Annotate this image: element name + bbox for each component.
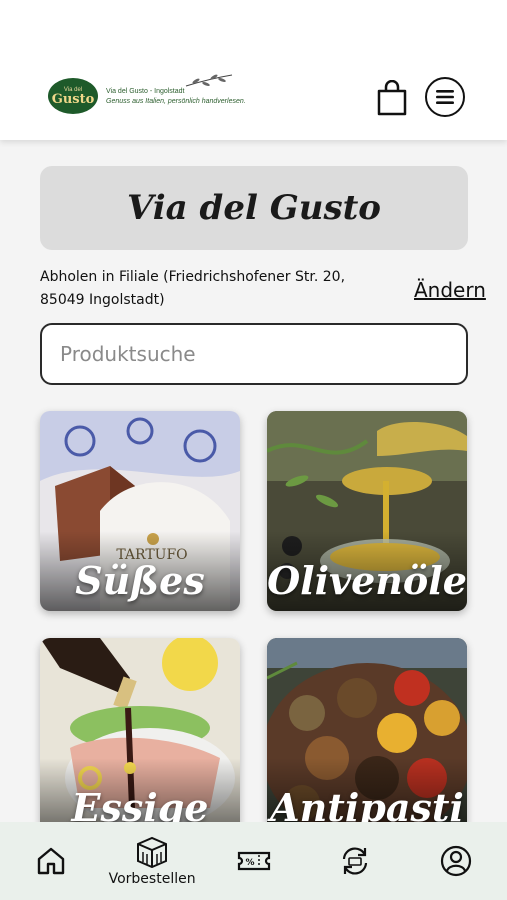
category-label-olivenoele: Olivenöle	[267, 558, 467, 603]
store-banner: Via del Gusto	[40, 166, 468, 250]
app-header: Via del Gusto Via del Gusto - Ingolstadt…	[0, 0, 507, 140]
pickup-location-text: Abholen in Filiale (Friedrichshofener St…	[40, 269, 346, 308]
product-search-input[interactable]	[40, 323, 468, 385]
home-icon	[37, 847, 64, 875]
user-icon	[441, 845, 472, 877]
category-tile-essige[interactable]: Essige	[40, 638, 240, 838]
category-tile-olivenoele[interactable]: Olivenöle	[267, 411, 467, 611]
refresh-icon	[342, 847, 368, 875]
svg-text:%: %	[245, 858, 254, 868]
nav-account[interactable]	[406, 822, 507, 900]
hamburger-menu-icon	[436, 90, 454, 104]
olive-branch-icon	[185, 74, 233, 87]
category-tile-suesses[interactable]: TARTUFO Süßes	[40, 411, 240, 611]
coupon-icon: %	[237, 851, 270, 871]
shopping-bag-icon[interactable]	[376, 80, 408, 116]
logo-line2: Genuss aus Italien, persönlich handverle…	[106, 97, 246, 105]
nav-vorbestellen[interactable]: Vorbestellen	[101, 822, 202, 900]
logo-badge-main: Gusto	[51, 91, 95, 107]
category-tile-antipasti[interactable]: Antipasti	[267, 638, 467, 838]
nav-coupons[interactable]: %	[203, 822, 304, 900]
logo-texts: Via del Gusto - Ingolstadt Genuss aus It…	[106, 88, 246, 105]
change-pickup-link[interactable]: Ändern	[414, 278, 486, 302]
bottom-navigation: Vorbestellen %	[0, 822, 507, 900]
box-icon	[137, 836, 168, 868]
logo-badge: Via del Gusto	[48, 78, 98, 114]
store-logo[interactable]: Via del Gusto Via del Gusto - Ingolstadt…	[48, 74, 246, 114]
banner-title: Via del Gusto	[126, 188, 381, 228]
nav-vorbestellen-label: Vorbestellen	[108, 870, 196, 887]
nav-reorder[interactable]	[304, 822, 405, 900]
category-label-suesses: Süßes	[75, 558, 205, 603]
menu-button[interactable]	[425, 77, 465, 117]
nav-home[interactable]	[0, 822, 101, 900]
